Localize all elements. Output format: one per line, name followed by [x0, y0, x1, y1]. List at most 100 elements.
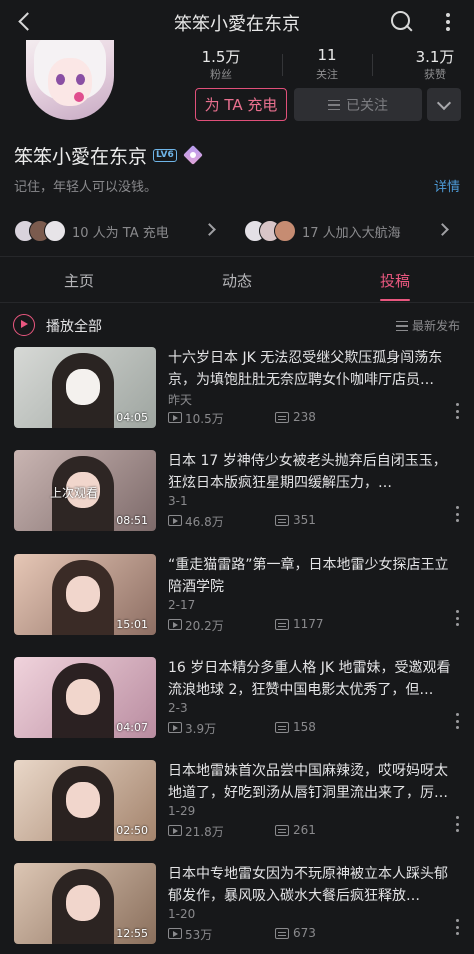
- more-options-icon[interactable]: [456, 713, 460, 729]
- follow-button-label: 已关注: [346, 97, 388, 114]
- more-options-icon[interactable]: [456, 919, 460, 935]
- search-icon[interactable]: [388, 8, 416, 36]
- level-badge: LV6: [153, 148, 177, 162]
- play-count-icon: [168, 825, 182, 836]
- video-date: 2-17: [168, 598, 196, 612]
- charge-button[interactable]: 为 TA 充电: [195, 88, 287, 121]
- video-title[interactable]: 十六岁日本 JK 无法忍受继父欺压孤身闯荡东京，为填饱肚肚无奈应聘女仆咖啡厅店员…: [168, 347, 460, 391]
- stat-following[interactable]: 11 关注: [282, 46, 372, 82]
- more-options-icon[interactable]: [456, 610, 460, 626]
- stat-following-label: 关注: [316, 68, 338, 81]
- top-bar: 笨笨小愛在东京: [0, 0, 474, 44]
- video-thumbnail[interactable]: 04:07: [14, 657, 156, 738]
- video-meta: 46.8万 351: [168, 513, 468, 529]
- stat-following-value: 11: [317, 46, 337, 64]
- video-duration: 08:51: [116, 514, 148, 527]
- video-thumbnail[interactable]: 04:05: [14, 347, 156, 428]
- stat-fans-label: 粉丝: [210, 68, 232, 81]
- danmaku-icon: [275, 825, 289, 836]
- video-views: 20.2万: [185, 619, 224, 633]
- charge-fans-row[interactable]: 10 人为 TA 充电: [14, 214, 169, 248]
- video-title[interactable]: 日本地雷妹首次品尝中国麻辣烫，哎呀妈呀太地道了，好吃到汤从唇钉洞里流出来了，厉…: [168, 760, 460, 804]
- chevron-right-icon[interactable]: [436, 223, 449, 236]
- play-count-icon: [168, 722, 182, 733]
- video-item[interactable]: 15:01 “重走猫雷路”第一章，日本地雷少女探店王立陪酒学院 2-17 20.…: [0, 554, 474, 658]
- play-all-icon[interactable]: [13, 314, 35, 336]
- sort-icon: [395, 320, 408, 331]
- video-meta: 3.9万 158: [168, 720, 468, 736]
- more-options-icon[interactable]: [456, 816, 460, 832]
- video-views: 53万: [185, 928, 213, 942]
- voyage-fans-text: 17 人加入大航海: [302, 225, 401, 241]
- play-all-row: 播放全部 最新发布: [0, 310, 474, 340]
- divider: [0, 302, 474, 303]
- video-date: 昨天: [168, 393, 193, 407]
- video-comments: 351: [293, 513, 316, 527]
- profile-stats: 1.5万 粉丝 11 关注 3.1万 获赞: [160, 46, 460, 82]
- tab-home[interactable]: 主页: [34, 270, 124, 291]
- danmaku-icon: [275, 928, 289, 939]
- more-options-icon[interactable]: [456, 403, 460, 419]
- play-all-button[interactable]: 播放全部: [46, 316, 102, 336]
- tab-bar: 主页 动态 投稿: [0, 262, 474, 302]
- video-title[interactable]: 16 岁日本精分多重人格 JK 地雷妹，受邀观看流浪地球 2，狂赞中国电影太优秀…: [168, 657, 460, 701]
- video-duration: 15:01: [116, 618, 148, 631]
- divider: [0, 256, 474, 257]
- fan-avatar: [44, 220, 66, 242]
- stat-divider: [372, 54, 373, 76]
- video-comments: 238: [293, 410, 316, 424]
- stat-likes-value: 3.1万: [415, 48, 455, 66]
- video-title[interactable]: “重走猫雷路”第一章，日本地雷少女探店王立陪酒学院: [168, 554, 460, 598]
- video-item[interactable]: 04:05 十六岁日本 JK 无法忍受继父欺压孤身闯荡东京，为填饱肚肚无奈应聘女…: [0, 347, 474, 451]
- video-duration: 12:55: [116, 927, 148, 940]
- sort-button[interactable]: 最新发布: [395, 317, 460, 334]
- bio-text: 记住，年轻人可以没钱。: [14, 180, 158, 195]
- avatar[interactable]: [26, 40, 114, 120]
- tab-active-indicator: [380, 299, 410, 301]
- charge-fans-text: 10 人为 TA 充电: [72, 225, 169, 241]
- video-item[interactable]: 12:55 日本中专地雷女因为不玩原神被立本人踩头郁郁发作，暴风吸入碳水大餐后疯…: [0, 863, 474, 954]
- video-views: 21.8万: [185, 825, 224, 839]
- more-options-icon[interactable]: [436, 8, 460, 36]
- voyage-avatars: [244, 220, 296, 242]
- video-title[interactable]: 日本中专地雷女因为不玩原神被立本人踩头郁郁发作，暴风吸入碳水大餐后疯狂释放…: [168, 863, 460, 907]
- play-count-icon: [168, 619, 182, 630]
- play-count-icon: [168, 928, 182, 939]
- follow-button[interactable]: 已关注: [294, 88, 422, 121]
- video-thumbnail[interactable]: 上次观看 08:51: [14, 450, 156, 531]
- medal-icon[interactable]: [183, 146, 203, 164]
- video-thumbnail[interactable]: 15:01: [14, 554, 156, 635]
- video-views: 3.9万: [185, 722, 217, 736]
- video-item[interactable]: 上次观看 08:51 日本 17 岁神侍少女被老头抛弃后自闭玉玉，狂炫日本版疯狂…: [0, 450, 474, 554]
- video-meta: 21.8万 261: [168, 823, 468, 839]
- video-date: 3-1: [168, 494, 188, 508]
- video-duration: 02:50: [116, 824, 148, 837]
- video-duration: 04:07: [116, 721, 148, 734]
- video-views: 46.8万: [185, 515, 224, 529]
- video-title[interactable]: 日本 17 岁神侍少女被老头抛弃后自闭玉玉，狂炫日本版疯狂星期四缓解压力，…: [168, 450, 460, 494]
- detail-link[interactable]: 详情: [434, 176, 460, 195]
- chevron-down-icon[interactable]: [427, 88, 461, 121]
- last-watched-label: 上次观看: [50, 486, 99, 500]
- fan-avatar: [274, 220, 296, 242]
- sort-label: 最新发布: [411, 319, 460, 333]
- tab-dynamic[interactable]: 动态: [192, 270, 282, 291]
- stat-likes[interactable]: 3.1万 获赞: [390, 46, 474, 82]
- video-date: 1-20: [168, 907, 196, 921]
- danmaku-icon: [275, 515, 289, 526]
- stat-fans-value: 1.5万: [201, 48, 241, 66]
- voyage-fans-row[interactable]: 17 人加入大航海: [244, 214, 401, 248]
- video-meta: 20.2万 1177: [168, 617, 468, 633]
- chevron-right-icon[interactable]: [203, 223, 216, 236]
- video-thumbnail[interactable]: 12:55: [14, 863, 156, 944]
- video-thumbnail[interactable]: 02:50: [14, 760, 156, 841]
- name-row: 笨笨小愛在东京 LV6: [14, 142, 203, 168]
- menu-lines-icon: [328, 99, 340, 110]
- tab-uploads[interactable]: 投稿: [350, 270, 440, 291]
- more-options-icon[interactable]: [456, 506, 460, 522]
- video-item[interactable]: 02:50 日本地雷妹首次品尝中国麻辣烫，哎呀妈呀太地道了，好吃到汤从唇钉洞里流…: [0, 760, 474, 864]
- video-item[interactable]: 04:07 16 岁日本精分多重人格 JK 地雷妹，受邀观看流浪地球 2，狂赞中…: [0, 657, 474, 761]
- video-meta: 10.5万 238: [168, 410, 468, 426]
- stat-likes-label: 获赞: [424, 68, 446, 81]
- stat-fans[interactable]: 1.5万 粉丝: [176, 46, 266, 82]
